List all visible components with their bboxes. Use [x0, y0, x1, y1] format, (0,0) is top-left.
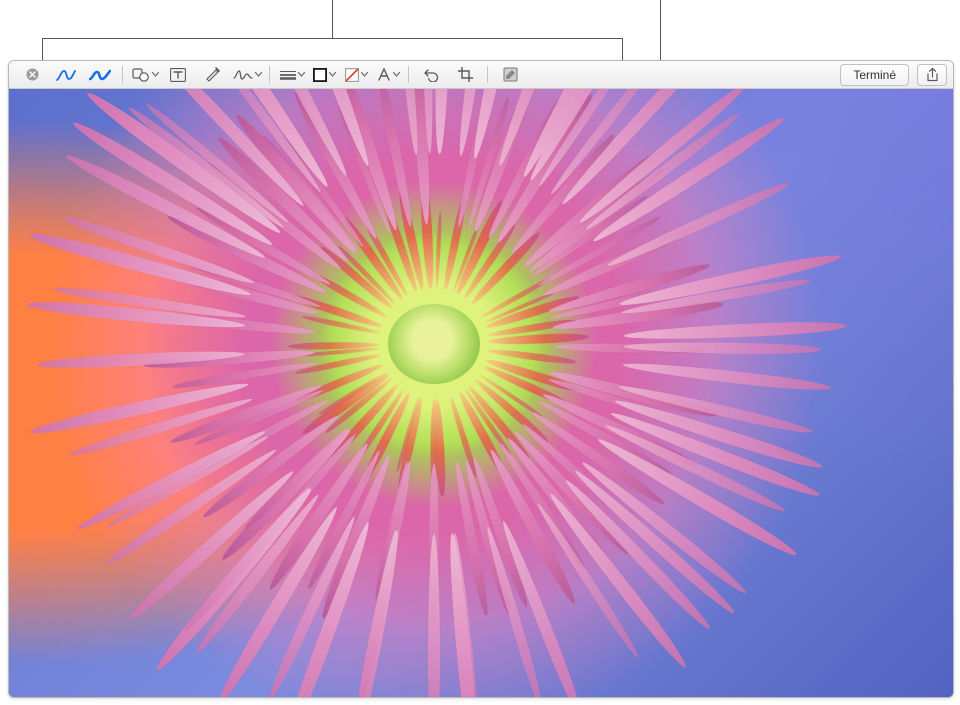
callout-line-annotate: [660, 0, 661, 60]
toolbar-separator: [487, 66, 488, 83]
border-color-button[interactable]: [307, 64, 339, 86]
markup-window: Terminé: [8, 60, 954, 698]
highlight-button[interactable]: [195, 64, 229, 86]
sign-button[interactable]: [229, 64, 264, 86]
font-icon: [377, 68, 391, 81]
chevron-down-icon: [361, 72, 368, 77]
crop-icon: [458, 67, 473, 82]
shapes-button[interactable]: [128, 64, 161, 86]
fill-color-icon: [345, 68, 359, 82]
border-color-icon: [313, 68, 327, 82]
text-style-button[interactable]: [371, 64, 403, 86]
fill-color-button[interactable]: [339, 64, 371, 86]
rotate-button[interactable]: [414, 64, 448, 86]
shape-style-button[interactable]: [275, 64, 307, 86]
line-weight-icon: [280, 70, 296, 80]
close-icon: [26, 68, 39, 81]
highlighter-icon: [204, 67, 220, 82]
shapes-icon: [132, 68, 150, 82]
chevron-down-icon: [329, 72, 336, 77]
brush-stroke-icon: [89, 68, 111, 82]
text-box-icon: [170, 68, 186, 82]
rotate-left-icon: [424, 68, 439, 82]
image-canvas[interactable]: [9, 89, 953, 697]
text-button[interactable]: [161, 64, 195, 86]
image-description-button[interactable]: [493, 64, 527, 86]
sketch-button[interactable]: [49, 64, 83, 86]
annotate-page-icon: [503, 67, 518, 82]
chevron-down-icon: [255, 72, 262, 77]
done-button[interactable]: Terminé: [840, 64, 909, 86]
share-button[interactable]: [917, 64, 947, 86]
draw-button[interactable]: [83, 64, 117, 86]
share-icon: [926, 68, 939, 82]
callout-drop-right: [622, 38, 623, 60]
toolbar-separator: [122, 66, 123, 83]
toolbar-separator: [269, 66, 270, 83]
callout-line-markup-group: [332, 0, 333, 38]
close-button[interactable]: [15, 64, 49, 86]
pen-stroke-icon: [56, 68, 76, 82]
chevron-down-icon: [298, 72, 305, 77]
flower-center: [388, 304, 480, 384]
done-button-label: Terminé: [853, 68, 896, 82]
callout-span-markup-group: [42, 38, 622, 39]
toolbar-separator: [408, 66, 409, 83]
callout-drop-left: [42, 38, 43, 60]
chevron-down-icon: [152, 72, 159, 77]
markup-toolbar: Terminé: [9, 61, 953, 89]
chevron-down-icon: [393, 72, 400, 77]
signature-icon: [233, 68, 253, 81]
crop-button[interactable]: [448, 64, 482, 86]
